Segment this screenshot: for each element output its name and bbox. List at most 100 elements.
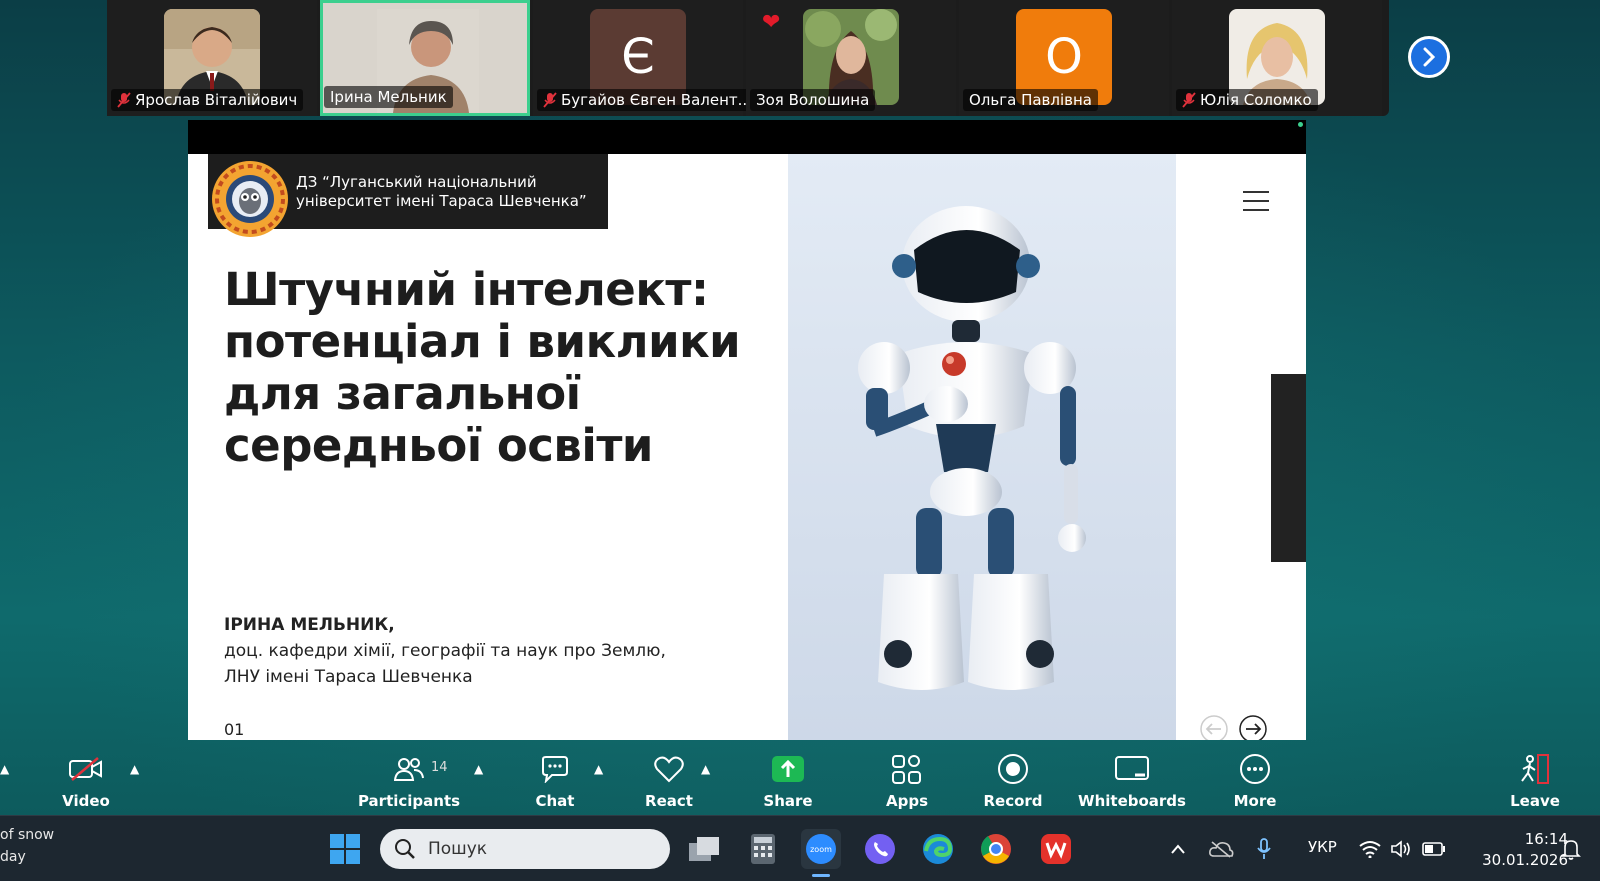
participant-strip: Ярослав Віталійович Ірина Мельник Є Буга… <box>107 0 1389 116</box>
volume-icon[interactable] <box>1388 831 1416 867</box>
calculator-icon[interactable] <box>745 831 781 867</box>
taskbar-search[interactable]: Пошук <box>380 829 670 869</box>
start-windows-icon[interactable] <box>327 831 363 867</box>
share-indicator-dot <box>1298 122 1303 127</box>
participant-tile[interactable]: О Ольга Павлівна <box>959 0 1169 116</box>
participant-name-tag: Юлія Соломко <box>1176 89 1318 111</box>
react-label: React <box>645 792 693 810</box>
windows-taskbar: of snow day Пошук zoom УКР 16:14 30.01.2… <box>0 815 1600 881</box>
onedrive-offline-icon[interactable] <box>1206 831 1236 867</box>
hamburger-menu-icon[interactable] <box>1241 190 1271 212</box>
share-screen-icon <box>770 752 806 786</box>
language-indicator[interactable]: УКР <box>1308 838 1337 856</box>
participant-tile[interactable]: Є Бугайов Євген Валент... <box>533 0 758 116</box>
video-button[interactable]: Video <box>31 752 141 810</box>
audio-options-caret[interactable]: ▲ <box>0 762 9 776</box>
record-icon <box>995 752 1031 786</box>
participants-label: Participants <box>357 792 461 810</box>
participant-name: Ярослав Віталійович <box>135 91 298 109</box>
svg-text:zoom: zoom <box>810 845 832 854</box>
participant-name-tag: Ірина Мельник <box>324 86 453 108</box>
video-label: Video <box>62 792 110 810</box>
leave-door-icon <box>1517 752 1553 786</box>
author-block: ІРИНА МЕЛЬНИК, доц. кафедри хімії, геогр… <box>224 612 666 690</box>
author-name: ІРИНА МЕЛЬНИК, <box>224 615 395 635</box>
zoom-app-icon[interactable]: zoom <box>801 829 841 869</box>
battery-icon[interactable] <box>1420 831 1448 867</box>
react-button[interactable]: React <box>614 752 724 810</box>
video-off-icon <box>68 752 104 786</box>
more-button[interactable]: More <box>1200 752 1310 810</box>
robot-illustration <box>788 154 1176 740</box>
participant-name-tag: Ольга Павлівна <box>963 89 1098 111</box>
whiteboard-icon <box>1114 752 1150 786</box>
share-button[interactable]: Share <box>733 752 843 810</box>
chat-label: Chat <box>535 792 575 810</box>
slide-prev-arrow-icon[interactable] <box>1199 714 1229 740</box>
apps-label: Apps <box>885 792 928 810</box>
participant-tile[interactable]: Ярослав Віталійович <box>107 0 317 116</box>
participants-options-caret[interactable]: ▲ <box>474 762 483 776</box>
university-logo-icon <box>212 160 288 237</box>
task-view-icon[interactable] <box>686 831 722 867</box>
slide-title: Штучний інтелект: потенціал і виклики дл… <box>224 263 741 472</box>
shared-screen: ДЗ “Луганський національний університет … <box>188 120 1306 740</box>
whiteboards-label: Whiteboards <box>1078 792 1186 810</box>
author-position: доц. кафедри хімії, географії та наук пр… <box>224 641 666 661</box>
participant-name-tag: Зоя Волошина <box>750 89 876 111</box>
chevron-right-icon <box>1423 47 1436 67</box>
chat-icon <box>537 752 573 786</box>
participant-tile[interactable]: Юлія Соломко <box>1172 0 1382 116</box>
chat-button[interactable]: Chat <box>500 752 610 810</box>
viber-icon[interactable] <box>862 831 898 867</box>
participant-tile-active[interactable]: Ірина Мельник <box>320 0 530 116</box>
whiteboards-button[interactable]: Whiteboards <box>1077 752 1187 810</box>
muted-mic-icon <box>117 92 131 108</box>
apps-icon <box>889 752 925 786</box>
zoom-active-indicator <box>812 874 830 877</box>
video-options-caret[interactable]: ▲ <box>130 762 139 776</box>
system-clock[interactable]: 16:14 30.01.2026 <box>1458 829 1568 871</box>
participant-name: Ольга Павлівна <box>969 91 1092 109</box>
university-name: ДЗ “Луганський національний університет … <box>296 172 587 210</box>
participant-name: Зоя Волошина <box>756 91 870 109</box>
weather-widget[interactable]: of snow day <box>0 824 54 868</box>
slide-next-arrow-icon[interactable] <box>1238 714 1268 740</box>
microphone-icon[interactable] <box>1252 831 1276 867</box>
chrome-browser-icon[interactable] <box>978 831 1014 867</box>
avatar-letter: О <box>1045 29 1083 85</box>
wps-office-icon[interactable] <box>1038 831 1074 867</box>
leave-button[interactable]: Leave <box>1480 752 1590 810</box>
participant-name-tag: Бугайов Євген Валент... <box>537 89 758 111</box>
participants-icon <box>391 752 427 786</box>
show-hidden-icons-chevron-icon[interactable] <box>1166 831 1190 867</box>
react-options-caret[interactable]: ▲ <box>701 762 710 776</box>
wifi-icon[interactable] <box>1356 831 1384 867</box>
next-page-button[interactable] <box>1408 36 1450 78</box>
weather-subtext: day <box>0 849 26 865</box>
leave-label: Leave <box>1510 792 1560 810</box>
participants-count: 14 <box>431 760 448 775</box>
heart-reaction-icon: ❤ <box>762 10 781 35</box>
apps-button[interactable]: Apps <box>852 752 962 810</box>
avatar-letter: Є <box>621 29 655 85</box>
notifications-bell-icon[interactable] <box>1556 831 1586 867</box>
share-label: Share <box>763 792 813 810</box>
participant-name: Ірина Мельник <box>330 88 447 106</box>
more-dots-icon <box>1237 752 1273 786</box>
edge-browser-icon[interactable] <box>920 831 956 867</box>
search-placeholder: Пошук <box>428 839 488 859</box>
record-button[interactable]: Record <box>958 752 1068 810</box>
heart-icon <box>651 752 687 786</box>
slide-number: 01 <box>224 720 245 739</box>
more-label: More <box>1233 792 1277 810</box>
search-icon <box>395 839 415 859</box>
record-label: Record <box>983 792 1043 810</box>
author-institution: ЛНУ імені Тараса Шевченка <box>224 667 473 687</box>
weather-text: of snow <box>0 827 55 843</box>
muted-mic-icon <box>1182 92 1196 108</box>
muted-mic-icon <box>543 92 557 108</box>
university-banner: ДЗ “Луганський національний університет … <box>208 154 608 237</box>
side-panel-tab[interactable] <box>1271 374 1306 562</box>
chat-options-caret[interactable]: ▲ <box>594 762 603 776</box>
